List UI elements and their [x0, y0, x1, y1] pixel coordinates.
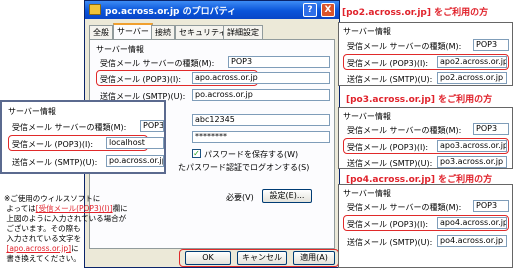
ok-button[interactable]: OK: [185, 251, 231, 265]
server-info-heading: サーバー情報: [343, 112, 391, 121]
note-line: 書き換えてください。: [6, 254, 81, 263]
settings-button[interactable]: 設定(E)...: [262, 189, 312, 203]
note-line: 上図のように入力されている場合が: [6, 214, 127, 223]
tab-connection[interactable]: 接続: [151, 25, 175, 39]
account-name-input[interactable]: abc12345: [192, 114, 330, 126]
outgoing-server-input[interactable]: po2.across.or.jp: [437, 72, 507, 84]
incoming-label: 受信メール (POP3)(I):: [347, 59, 429, 68]
password-input[interactable]: ********: [192, 131, 330, 143]
po3-heading: [po3.across.or.jp] をご利用の方: [346, 95, 493, 105]
incoming-label: 受信メール (POP3)(I):: [347, 220, 429, 229]
remember-password-label: パスワードを保存する(W): [204, 150, 299, 159]
incoming-server-input[interactable]: apo.across.or.jp: [192, 72, 330, 84]
tab-servers[interactable]: サーバー: [113, 23, 153, 39]
server-info-heading: サーバー情報: [8, 107, 56, 116]
close-button[interactable]: X: [321, 3, 335, 17]
po2-heading: [po2.across.or.jp] をご利用の方: [342, 8, 489, 18]
incoming-server-input[interactable]: apo3.across.or.jp: [437, 140, 507, 152]
note-line: 入力されている文字を: [6, 234, 82, 243]
outgoing-label: 送信メール (SMTP)(U):: [12, 158, 98, 167]
server-type-label: 受信メール サーバーの種類(M):: [347, 203, 462, 212]
incoming-server-input[interactable]: apo2.across.or.jp: [437, 56, 507, 68]
incoming-label: 受信メール (POP3)(I):: [347, 143, 429, 152]
antivirus-example-popup: サーバー情報 受信メール サーバーの種類(M): POP3 受信メール (POP…: [0, 100, 166, 174]
auth-required-label: 必要(V): [226, 193, 254, 202]
incoming-server-input[interactable]: apo4.across.or.jp: [437, 217, 507, 229]
title-bar[interactable]: po.across.or.jp のプロパティ ? X: [85, 1, 339, 19]
outgoing-server-input[interactable]: po.across.or.jp: [106, 155, 164, 167]
server-type-label: 受信メール サーバーの種類(M):: [100, 59, 215, 68]
window-title: po.across.or.jp のプロパティ: [105, 7, 237, 17]
help-button[interactable]: ?: [303, 3, 317, 17]
po2-settings-card: サーバー情報 受信メール サーバーの種類(M): POP3 受信メール (POP…: [338, 22, 513, 86]
outgoing-label: 送信メール (SMTP)(U):: [347, 159, 433, 168]
server-type-field[interactable]: POP3: [473, 39, 509, 51]
apply-button[interactable]: 適用(A): [293, 251, 335, 265]
outgoing-server-input[interactable]: po.across.or.jp: [192, 89, 330, 101]
note-highlight: [受信メール(POP3)(I)]: [35, 204, 113, 213]
remember-password-checkbox[interactable]: ✓: [192, 149, 201, 158]
note-line: よっては[受信メール(POP3)(I)]欄に: [6, 204, 128, 213]
outgoing-server-input[interactable]: po4.across.or.jp: [437, 235, 507, 247]
spa-label: たパスワード認証でログオンする(S): [178, 163, 310, 172]
note-line: ※ご使用のウィルスソフトに: [4, 194, 101, 203]
antivirus-note: ※ご使用のウィルスソフトに よっては[受信メール(POP3)(I)]欄に 上図の…: [4, 194, 128, 264]
cancel-button[interactable]: キャンセル: [237, 251, 287, 265]
outgoing-server-input[interactable]: po3.across.or.jp: [437, 156, 507, 168]
incoming-server-input[interactable]: localhost: [106, 137, 164, 149]
server-type-field[interactable]: POP3: [228, 56, 330, 68]
note-highlight: [apo.across.or.jp]: [6, 244, 72, 253]
tab-advanced[interactable]: 詳細設定: [223, 25, 263, 39]
outgoing-label: 送信メール (SMTP)(U):: [347, 75, 433, 84]
tab-general[interactable]: 全般: [89, 25, 113, 39]
outgoing-label: 送信メール (SMTP)(U):: [347, 238, 433, 247]
po4-settings-card: サーバー情報 受信メール サーバーの種類(M): POP3 受信メール (POP…: [338, 184, 513, 268]
incoming-label: 受信メール (POP3)(I):: [12, 140, 94, 149]
server-type-field[interactable]: POP3: [140, 120, 164, 132]
mail-account-icon: [89, 4, 101, 15]
po3-settings-card: サーバー情報 受信メール サーバーの種類(M): POP3 受信メール (POP…: [338, 107, 513, 169]
server-type-label: 受信メール サーバーの種類(M):: [12, 123, 127, 132]
server-type-label: 受信メール サーバーの種類(M):: [347, 42, 462, 51]
server-info-heading: サーバー情報: [96, 45, 144, 54]
server-info-heading: サーバー情報: [343, 189, 391, 198]
server-type-field[interactable]: POP3: [473, 200, 509, 212]
server-type-field[interactable]: POP3: [473, 123, 509, 135]
server-info-heading: サーバー情報: [343, 27, 391, 36]
server-type-label: 受信メール サーバーの種類(M):: [347, 126, 462, 135]
note-line: ございます。その際も: [6, 224, 81, 233]
note-line: [apo.across.or.jp]に: [6, 244, 79, 253]
incoming-label: 受信メール (POP3)(I):: [100, 75, 182, 84]
